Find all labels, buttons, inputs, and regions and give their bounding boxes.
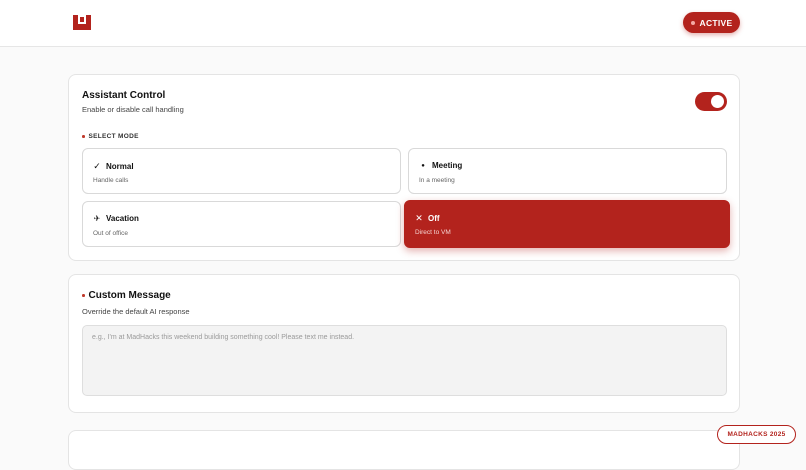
select-mode-label: SELECT MODE <box>82 133 139 140</box>
custom-message-input[interactable]: e.g., I'm at MadHacks this weekend build… <box>82 325 727 396</box>
mode-description: Out of office <box>93 230 128 237</box>
mode-label: Meeting <box>432 161 463 170</box>
madhacks-badge[interactable]: MADHACKS 2025 <box>717 425 796 444</box>
custom-message-subtitle: Override the default AI response <box>82 307 190 316</box>
status-label: ACTIVE <box>699 17 733 28</box>
mode-option-vacation[interactable]: ✈ Vacation Out of office <box>82 201 401 247</box>
assistant-control-subtitle: Enable or disable call handling <box>82 105 184 114</box>
mode-label: Off <box>428 214 440 223</box>
top-bar: ACTIVE <box>0 0 806 47</box>
mode-description: Handle calls <box>93 177 129 184</box>
dot-icon: ● <box>421 162 425 169</box>
next-card <box>68 430 740 470</box>
mode-label: Normal <box>106 162 134 171</box>
bullet-dot-icon <box>82 294 85 297</box>
bullet-dot-icon <box>82 135 85 138</box>
assistant-control-card: Assistant Control Enable or disable call… <box>68 74 740 261</box>
status-dot-icon <box>690 20 695 25</box>
mode-description: In a meeting <box>419 177 455 184</box>
custom-message-card: Custom Message Override the default AI r… <box>68 274 740 413</box>
airplane-icon: ✈ <box>93 214 101 223</box>
mode-description: Direct to VM <box>415 229 451 236</box>
mode-label: Vacation <box>106 214 139 223</box>
assistant-control-title: Assistant Control <box>82 90 166 101</box>
madhacks-logo-icon[interactable] <box>73 15 91 30</box>
close-icon: ✕ <box>415 213 423 223</box>
assistant-toggle[interactable] <box>695 92 727 111</box>
custom-message-title-text: Custom Message <box>88 290 171 301</box>
mode-option-off[interactable]: ✕ Off Direct to VM <box>404 200 730 248</box>
custom-message-title: Custom Message <box>82 290 171 301</box>
checkmark-icon: ✓ <box>93 161 101 171</box>
toggle-knob <box>711 95 724 108</box>
select-mode-text: SELECT MODE <box>88 133 139 140</box>
status-badge[interactable]: ACTIVE <box>683 12 740 33</box>
mode-option-meeting[interactable]: ● Meeting In a meeting <box>408 148 727 194</box>
mode-option-normal[interactable]: ✓ Normal Handle calls <box>82 148 401 194</box>
